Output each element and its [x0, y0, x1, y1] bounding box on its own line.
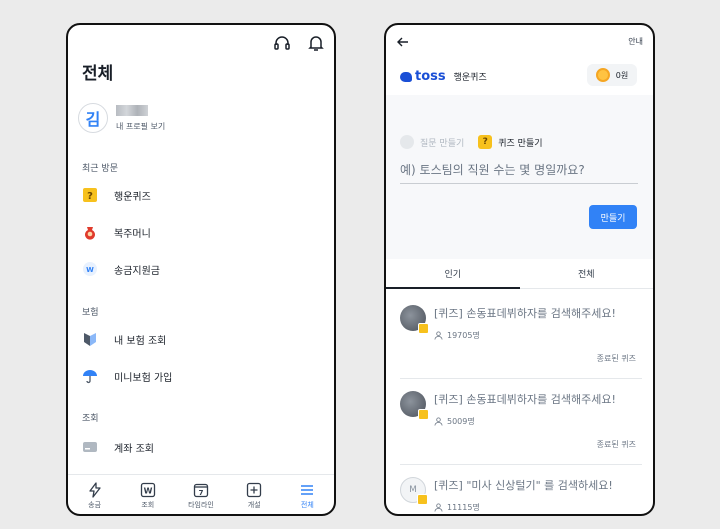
lucky-pouch-icon	[82, 224, 98, 240]
quiz-list-item[interactable]: [퀴즈] 손동표데뷔하자를 검색해주세요! 19705명 종료된 퀴즈	[400, 297, 642, 379]
menu-item-label: 계좌 조회	[114, 443, 154, 455]
tab-transfer[interactable]: 송금	[75, 481, 115, 510]
app-name: 행운퀴즈	[453, 73, 487, 83]
account-card-icon	[82, 439, 98, 455]
calendar-icon: 7	[193, 483, 209, 497]
menu-item-my-insurance[interactable]: 내 보험 조회	[82, 331, 166, 347]
quiz-tabs: 인기 전체	[386, 259, 653, 289]
won-icon: W	[140, 482, 155, 497]
quiz-avatar	[400, 305, 429, 334]
back-arrow-icon[interactable]	[396, 34, 410, 53]
mode-quiz-label[interactable]: 퀴즈 만들기	[498, 136, 542, 149]
page-title: 전체	[82, 64, 114, 84]
question-mode-radio-icon[interactable]	[400, 135, 414, 149]
participant-count: 19705명	[434, 330, 480, 341]
participant-count: 5009명	[434, 416, 475, 427]
quiz-badge-icon	[417, 494, 428, 505]
svg-text:W: W	[143, 486, 152, 495]
blurred-username	[116, 104, 148, 116]
svg-text:W: W	[86, 266, 94, 274]
umbrella-icon	[82, 368, 98, 384]
tab-timeline[interactable]: 7 타임라인	[181, 482, 221, 510]
menu-item-lucky-pouch[interactable]: 복주머니	[82, 224, 151, 240]
right-phone-screen: 안내 toss 행운퀴즈 0원 질문 만들기 ? 퀴즈 만들기 만들기 인기 전…	[384, 23, 655, 516]
tab-open[interactable]: 개설	[234, 482, 274, 510]
menu-item-label: 내 보험 조회	[114, 335, 167, 347]
quiz-list-item[interactable]: [퀴즈] 손동표데뷔하자를 검색해주세요! 5009명 종료된 퀴즈	[400, 383, 642, 465]
tab-all-quizzes[interactable]: 전체	[520, 259, 654, 288]
quiz-badge-icon	[418, 409, 429, 420]
tab-all[interactable]: 전체	[287, 482, 327, 510]
make-button[interactable]: 만들기	[589, 205, 637, 229]
menu-item-label: 행운퀴즈	[114, 191, 151, 203]
menu-item-label: 송금지원금	[114, 265, 160, 277]
quiz-title: [퀴즈] 손동표데뷔하자를 검색해주세요!	[434, 393, 616, 406]
person-icon	[434, 417, 443, 426]
menu-item-label: 복주머니	[114, 228, 151, 240]
tab-lookup[interactable]: W 조회	[128, 482, 168, 510]
menu-item-transfer-support[interactable]: W 송금지원금	[82, 261, 160, 277]
left-phone-screen: 전체 김 내 프로필 보기 최근 방문 ? 행운퀴즈 복주머니 W 송금지원금 …	[66, 23, 336, 516]
toss-logo-icon	[400, 71, 412, 82]
quiz-icon: ?	[82, 187, 98, 203]
quiz-title: [퀴즈] 손동표데뷔하자를 검색해주세요!	[434, 307, 616, 320]
section-insurance: 보험	[82, 308, 99, 318]
svg-text:?: ?	[87, 191, 93, 202]
lightning-icon	[88, 481, 101, 498]
bell-icon[interactable]	[306, 33, 326, 57]
headset-icon[interactable]	[272, 33, 292, 57]
tab-popular[interactable]: 인기	[386, 259, 520, 289]
toss-logo: toss	[400, 69, 446, 84]
guide-link[interactable]: 안내	[628, 36, 643, 47]
menu-icon	[301, 484, 314, 495]
quiz-status: 종료된 퀴즈	[596, 354, 636, 363]
quiz-list-item[interactable]: M [퀴즈] "미사 신상털기" 를 검색하세요! 11115명	[400, 469, 642, 514]
bottom-tab-bar: 송금 W 조회 7 타임라인 개설 전체	[68, 474, 334, 514]
menu-item-label: 미니보험 가입	[114, 372, 173, 384]
coin-balance[interactable]: 0원	[587, 64, 637, 86]
quiz-status: 종료된 퀴즈	[596, 440, 636, 449]
plus-box-icon	[247, 482, 262, 497]
quiz-mode-icon[interactable]: ?	[478, 135, 493, 149]
section-recent: 최근 방문	[82, 164, 118, 174]
app-header: toss 행운퀴즈	[400, 69, 487, 84]
menu-item-mini-insurance[interactable]: 미니보험 가입	[82, 368, 172, 384]
quiz-badge-icon	[418, 323, 429, 334]
quiz-question-input[interactable]	[400, 163, 638, 184]
menu-item-account-lookup[interactable]: 계좌 조회	[82, 439, 154, 455]
menu-item-lucky-quiz[interactable]: ? 행운퀴즈	[82, 187, 151, 203]
mode-question-label[interactable]: 질문 만들기	[420, 136, 464, 149]
insurance-shield-icon	[82, 331, 98, 347]
section-lookup: 조회	[82, 414, 99, 424]
person-icon	[434, 503, 443, 512]
avatar: 김	[78, 103, 108, 133]
mode-selector: 질문 만들기 ? 퀴즈 만들기	[400, 135, 543, 149]
person-icon	[434, 331, 443, 340]
transfer-support-icon: W	[82, 261, 98, 277]
profile-link[interactable]: 내 프로필 보기	[116, 121, 165, 132]
coin-icon	[595, 68, 610, 82]
svg-text:7: 7	[199, 489, 204, 497]
quiz-avatar	[400, 391, 429, 420]
top-icons	[272, 33, 326, 57]
participant-count: 11115명	[434, 502, 480, 513]
quiz-avatar: M	[400, 477, 428, 505]
quiz-title: [퀴즈] "미사 신상털기" 를 검색하세요!	[434, 479, 613, 492]
profile-row[interactable]: 김 내 프로필 보기	[78, 103, 165, 133]
